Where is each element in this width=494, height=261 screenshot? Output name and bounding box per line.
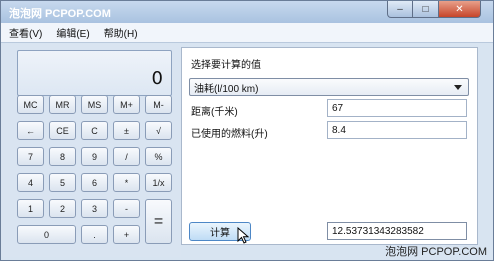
key-decimal[interactable]: . xyxy=(81,225,108,244)
key-equals[interactable]: = xyxy=(145,199,172,244)
calculation-type-value: 油耗(l/100 km) xyxy=(194,83,259,95)
key-6[interactable]: 6 xyxy=(81,173,108,192)
key-7[interactable]: 7 xyxy=(17,147,44,166)
distance-label: 距离(千米) xyxy=(191,107,238,118)
key-9[interactable]: 9 xyxy=(81,147,108,166)
key-sqrt[interactable]: √ xyxy=(145,121,172,140)
watermark-bottom: 泡泡网 PCPOP.COM xyxy=(385,246,487,258)
close-button[interactable]: ✕ xyxy=(439,1,481,18)
key-backspace[interactable]: ← xyxy=(17,121,44,140)
menu-help[interactable]: 帮助(H) xyxy=(102,24,140,41)
key-percent[interactable]: % xyxy=(145,147,172,166)
key-ms[interactable]: MS xyxy=(81,95,108,114)
key-ce[interactable]: CE xyxy=(49,121,76,140)
key-5[interactable]: 5 xyxy=(49,173,76,192)
window-controls: – □ ✕ xyxy=(387,1,481,18)
key-divide[interactable]: / xyxy=(113,147,140,166)
key-mc[interactable]: MC xyxy=(17,95,44,114)
key-0[interactable]: 0 xyxy=(17,225,76,244)
key-c[interactable]: C xyxy=(81,121,108,140)
key-negate[interactable]: ± xyxy=(113,121,140,140)
key-3[interactable]: 3 xyxy=(81,199,108,218)
menu-view[interactable]: 查看(V) xyxy=(7,24,44,41)
key-mr[interactable]: MR xyxy=(49,95,76,114)
calculator-window: 泡泡网 PCPOP.COM – □ ✕ 查看(V) 编辑(E) 帮助(H) 0 … xyxy=(0,0,494,261)
chevron-down-icon xyxy=(454,85,462,90)
mouse-pointer-icon xyxy=(237,227,250,244)
key-subtract[interactable]: - xyxy=(113,199,140,218)
key-add[interactable]: + xyxy=(113,225,140,244)
key-m-plus[interactable]: M+ xyxy=(113,95,140,114)
display-value: 0 xyxy=(151,68,163,89)
key-reciprocal[interactable]: 1/x xyxy=(145,173,172,192)
menu-edit[interactable]: 编辑(E) xyxy=(54,24,91,41)
menu-bar: 查看(V) 编辑(E) 帮助(H) xyxy=(1,23,493,43)
key-multiply[interactable]: * xyxy=(113,173,140,192)
key-4[interactable]: 4 xyxy=(17,173,44,192)
result-output: 12.53731343283582 xyxy=(327,222,467,240)
calculator-keypad-panel: 0 MC MR MS M+ M- ← CE C ± √ 7 8 9 / % 4 … xyxy=(1,44,181,257)
title-bar[interactable]: 泡泡网 PCPOP.COM – □ ✕ xyxy=(1,1,493,23)
maximize-button[interactable]: □ xyxy=(413,1,439,18)
panel-title: 选择要计算的值 xyxy=(191,60,261,71)
distance-input[interactable]: 67 xyxy=(327,99,467,117)
watermark-top: 泡泡网 PCPOP.COM xyxy=(9,8,111,20)
fuel-used-input[interactable]: 8.4 xyxy=(327,121,467,139)
key-1[interactable]: 1 xyxy=(17,199,44,218)
fuel-used-label: 已使用的燃料(升) xyxy=(191,129,268,140)
key-2[interactable]: 2 xyxy=(49,199,76,218)
calculation-type-select[interactable]: 油耗(l/100 km) xyxy=(189,78,469,96)
fuel-economy-panel: 选择要计算的值 油耗(l/100 km) 距离(千米) 67 已使用的燃料(升)… xyxy=(181,47,478,245)
calculator-display: 0 xyxy=(17,50,172,96)
minimize-button[interactable]: – xyxy=(387,1,413,18)
key-m-minus[interactable]: M- xyxy=(145,95,172,114)
key-8[interactable]: 8 xyxy=(49,147,76,166)
